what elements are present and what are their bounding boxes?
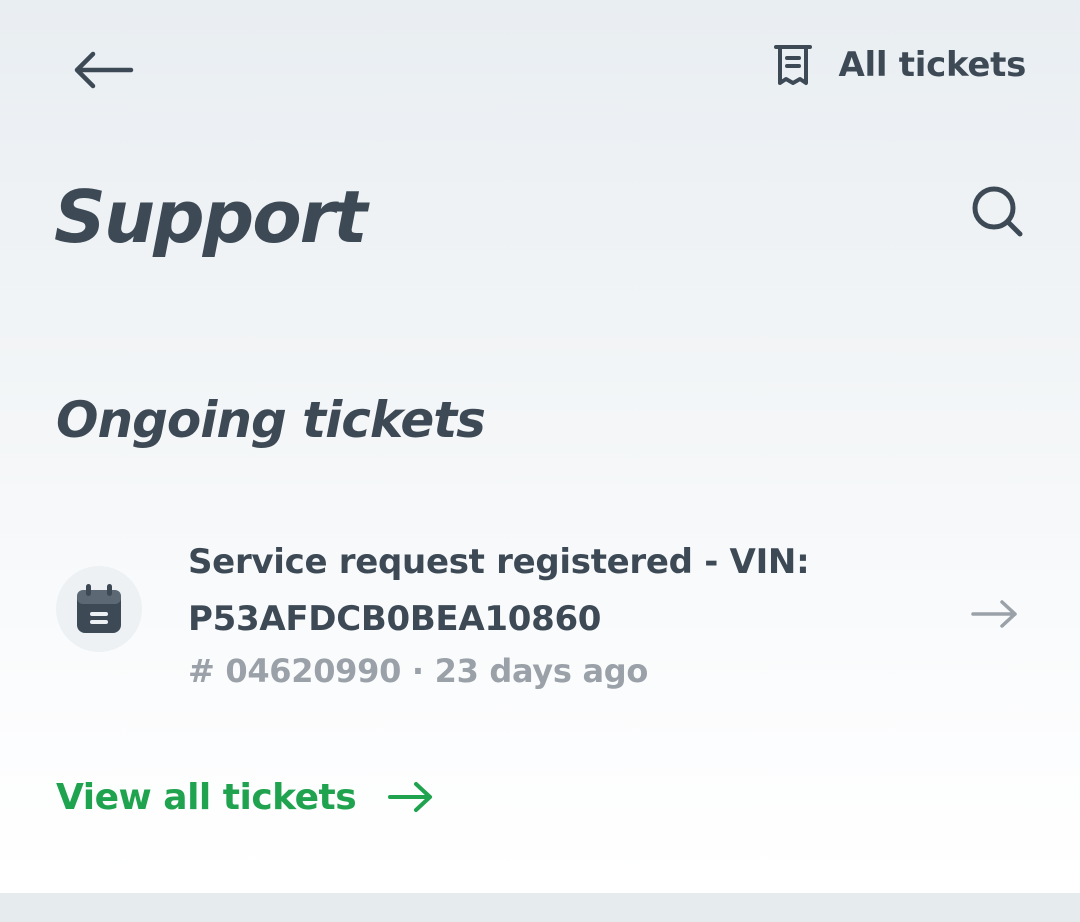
- view-all-tickets-label: View all tickets: [56, 776, 357, 818]
- calendar-icon: [77, 584, 121, 633]
- page-title: Support: [54, 175, 368, 259]
- ticket-list-item[interactable]: Service request registered - VIN: P53AFD…: [40, 520, 1040, 700]
- section-divider: [0, 893, 1080, 922]
- ongoing-tickets-heading: Ongoing tickets: [56, 391, 486, 449]
- support-screen: All tickets Support Ongoing tickets Serv…: [0, 0, 1080, 922]
- arrow-left-icon: [74, 51, 134, 89]
- all-tickets-button[interactable]: All tickets: [771, 38, 1026, 92]
- ticket-title: Service request registered - VIN: P53AFD…: [188, 542, 810, 639]
- arrow-right-icon: [388, 782, 433, 812]
- back-button[interactable]: [66, 42, 140, 98]
- receipt-icon: [773, 45, 812, 85]
- all-tickets-label: All tickets: [838, 45, 1027, 85]
- search-button[interactable]: [966, 180, 1030, 244]
- search-icon: [972, 186, 1023, 237]
- ticket-icon-badge: [56, 566, 142, 652]
- view-all-tickets-link[interactable]: View all tickets: [56, 772, 436, 822]
- ticket-meta: # 04620990 · 23 days ago: [188, 652, 649, 690]
- arrow-right-icon: [971, 600, 1017, 628]
